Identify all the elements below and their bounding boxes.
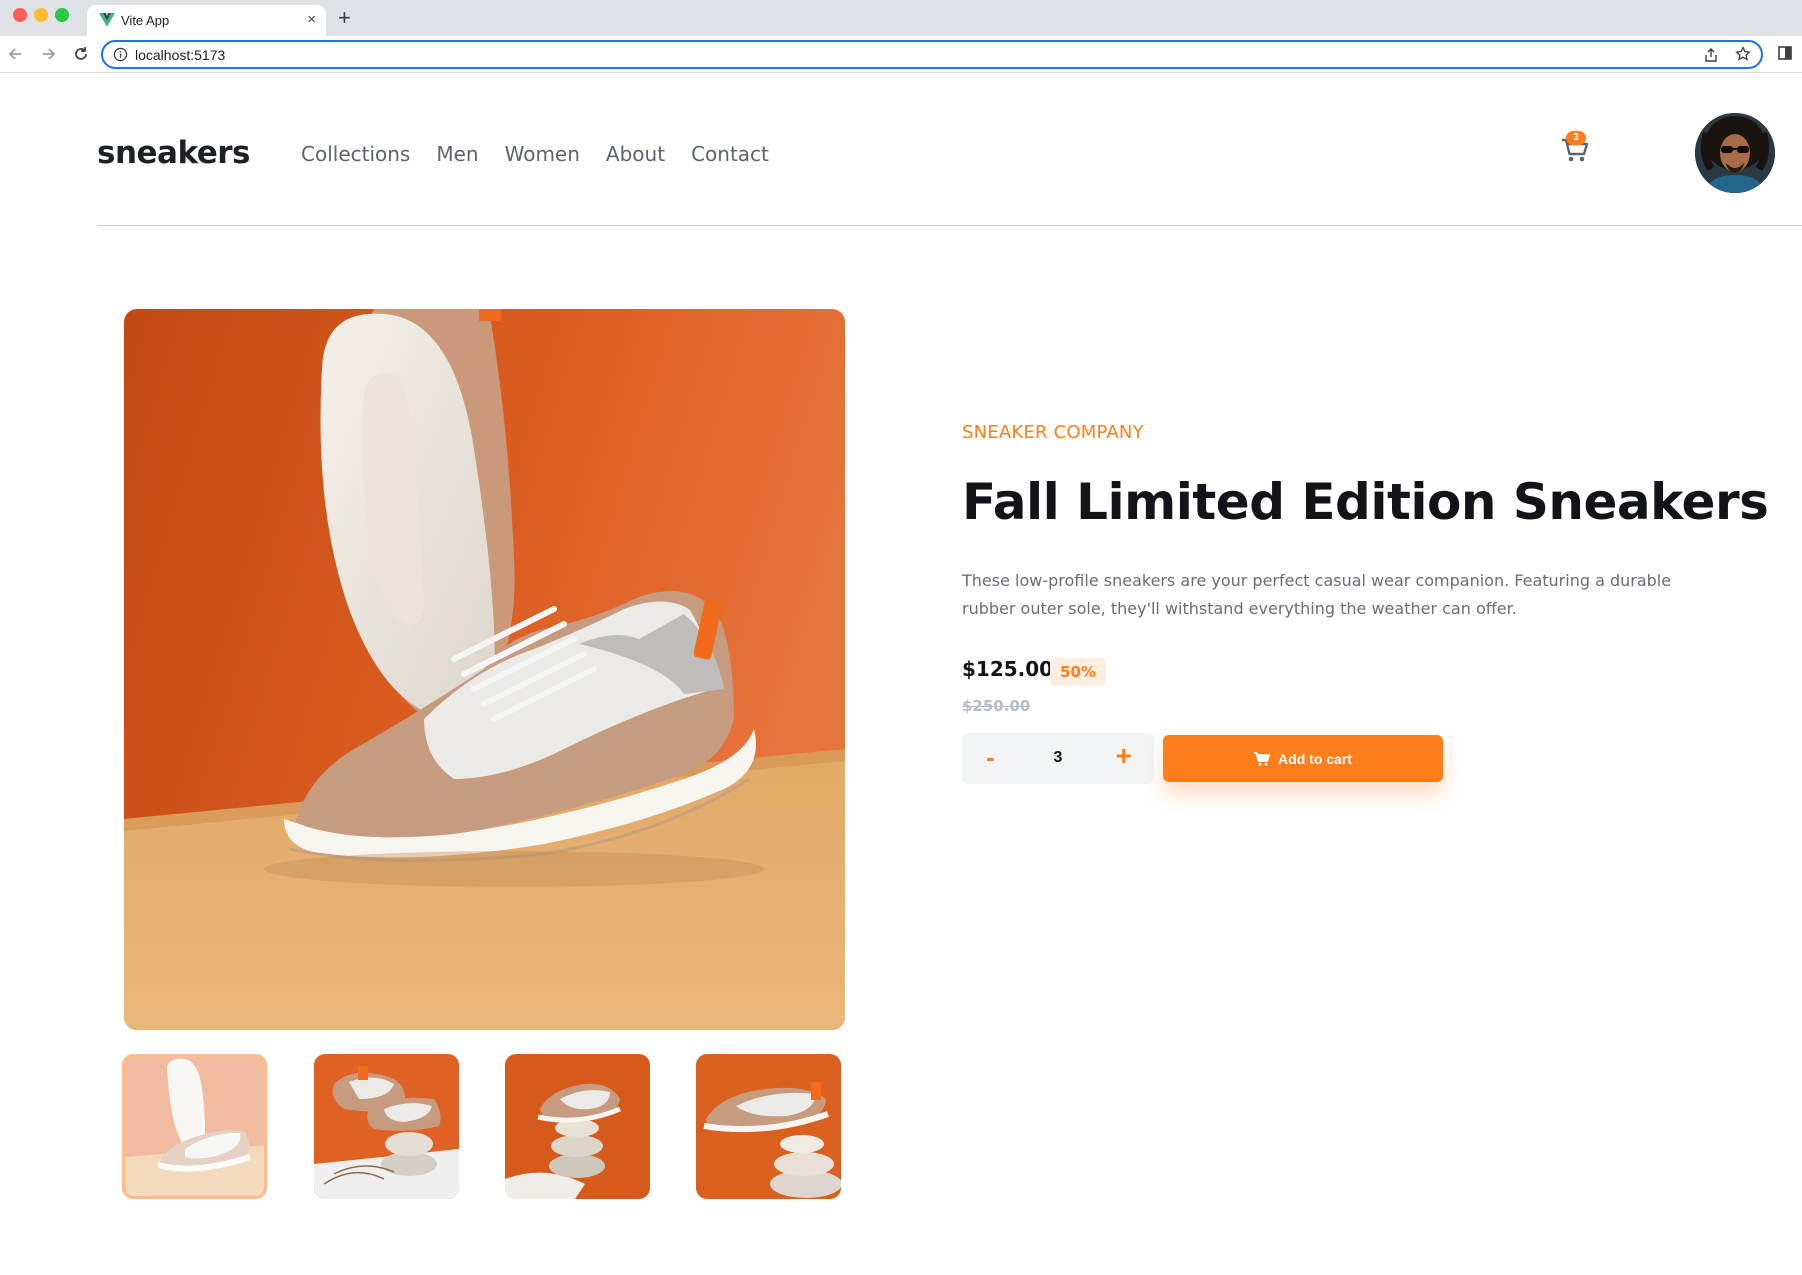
site-header: sneakers Collections Men Women About Con… [97,73,1802,226]
original-price: $250.00 [962,697,1031,715]
close-tab-icon[interactable]: × [307,11,316,29]
share-icon[interactable] [1703,47,1719,63]
new-tab-button[interactable]: + [338,6,351,30]
back-button[interactable] [4,43,26,65]
reload-button[interactable] [70,43,92,65]
sneaker-thumbnail-image [696,1054,841,1199]
thumbnail-2[interactable] [314,1054,459,1199]
address-bar[interactable]: localhost:5173 [101,40,1763,69]
product-main-image[interactable] [124,309,845,1030]
nav-link-contact[interactable]: Contact [691,142,769,166]
vite-icon [99,13,115,27]
nav-link-collections[interactable]: Collections [301,142,410,166]
nav-link-men[interactable]: Men [436,142,478,166]
add-to-cart-label: Add to cart [1278,750,1352,767]
forward-button[interactable] [38,43,60,65]
arrow-left-icon [8,48,21,60]
company-label: SNEAKER COMPANY [962,422,1144,443]
side-panel-icon[interactable] [1778,46,1792,60]
arrow-right-icon [43,48,56,60]
avatar-image [1695,113,1775,193]
add-to-cart-button[interactable]: Add to cart [1163,735,1443,782]
nav-link-about[interactable]: About [606,142,665,166]
sneaker-thumbnail-image [314,1054,459,1199]
reload-icon [75,47,87,60]
sneaker-thumbnail-image [125,1057,264,1196]
minimize-window-button[interactable] [34,8,48,22]
product-title: Fall Limited Edition Sneakers [962,473,1769,531]
info-icon[interactable] [113,47,128,62]
sneaker-thumbnail-image [505,1054,650,1199]
thumbnail-4[interactable] [696,1054,841,1199]
increase-quantity-button[interactable]: + [1116,740,1132,772]
browser-toolbar: localhost:5173 [0,36,1802,73]
browser-tab-bar: Vite App × + [0,0,1802,36]
maximize-window-button[interactable] [55,8,69,22]
cart-count-badge: 3 [1566,131,1586,145]
quantity-stepper: - 3 + [962,733,1154,784]
main-nav: Collections Men Women About Contact [301,142,769,166]
thumbnail-1[interactable] [122,1054,267,1199]
sneaker-photo [124,309,845,1030]
star-icon[interactable] [1735,46,1751,62]
current-price: $125.00 [962,657,1054,681]
close-window-button[interactable] [13,8,27,22]
url-text[interactable]: localhost:5173 [135,47,225,63]
browser-tab[interactable]: Vite App × [87,5,326,36]
user-avatar[interactable] [1695,113,1775,193]
cart-icon [1254,751,1270,766]
discount-badge: 50% [1050,658,1106,686]
logo[interactable]: sneakers [97,135,251,171]
product-description: These low-profile sneakers are your perf… [962,571,1672,618]
tab-title: Vite App [121,13,170,28]
thumbnail-3[interactable] [505,1054,650,1199]
nav-link-women[interactable]: Women [505,142,580,166]
